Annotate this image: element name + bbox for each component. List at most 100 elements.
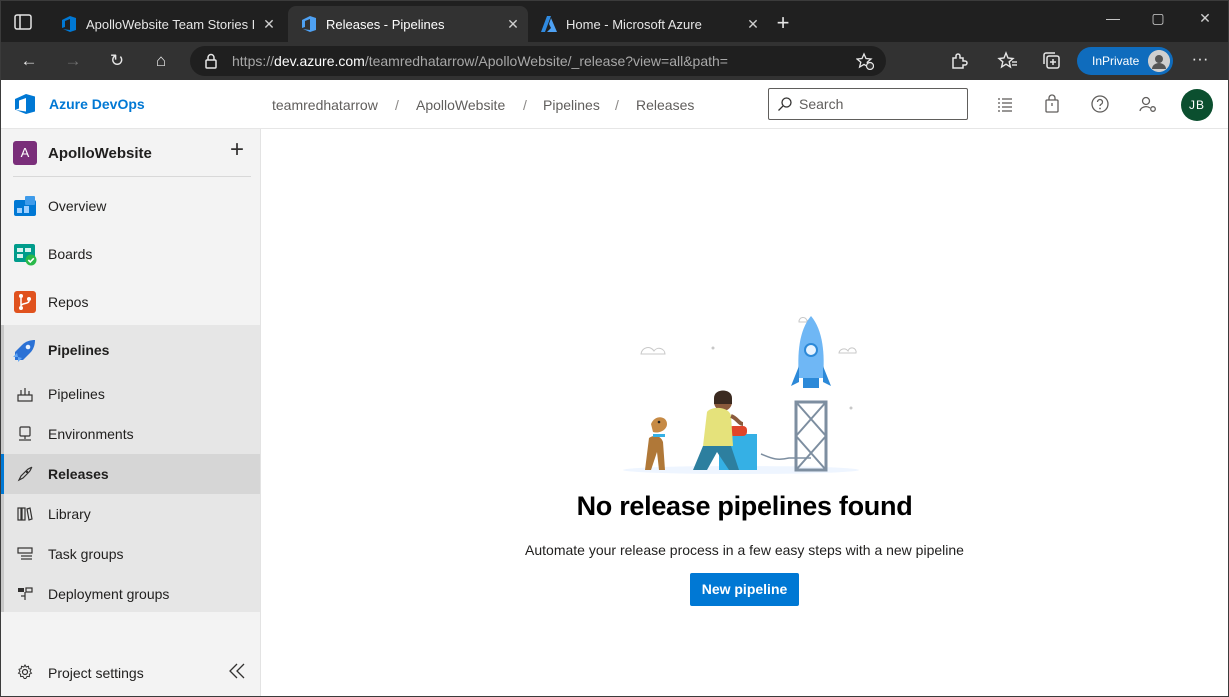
dog (645, 417, 667, 470)
project-settings-link[interactable]: Project settings (48, 665, 144, 681)
tab-close-icon[interactable]: ✕ (254, 16, 284, 33)
breadcrumb-separator: / (615, 97, 619, 113)
breadcrumb-project[interactable]: ApolloWebsite (416, 97, 505, 113)
forward-button[interactable]: → (61, 50, 85, 72)
tab-close-icon[interactable]: ✕ (738, 16, 768, 33)
maximize-button[interactable]: ▢ (1146, 10, 1170, 32)
breadcrumb-separator: / (523, 97, 527, 113)
home-button[interactable]: ⌂ (149, 50, 173, 72)
task-list-icon[interactable] (995, 94, 1015, 114)
minimize-button[interactable]: — (1101, 10, 1125, 32)
tab-title: ApolloWebsite Team Stories Boar (86, 16, 254, 32)
empty-state-title: No release pipelines found (576, 491, 913, 521)
azure-devops-logo-icon[interactable] (14, 93, 36, 115)
azure-devops-favicon-icon (62, 16, 76, 32)
sidebar-subitem-releases[interactable]: Releases (1, 454, 260, 494)
deployment-groups-icon (18, 587, 33, 600)
breadcrumb-organization[interactable]: teamredhatarrow (272, 97, 378, 113)
extensions-icon[interactable] (947, 50, 971, 72)
search-box[interactable] (768, 88, 968, 120)
project-settings-row: Project settings (1, 649, 260, 696)
tab-title: Home - Microsoft Azure (566, 16, 702, 32)
sidebar-item-label: Boards (48, 246, 93, 262)
sidebar-item-pipelines[interactable]: Pipelines (1, 326, 260, 374)
tab-apollo-boards[interactable]: ApolloWebsite Team Stories Boar ✕ (48, 6, 284, 42)
releases-rocket-icon (17, 466, 33, 482)
sidebar-item-label: Environments (48, 426, 134, 442)
favorites-icon[interactable] (996, 50, 1020, 72)
library-icon (17, 507, 33, 521)
add-favorite-icon[interactable] (856, 52, 874, 70)
refresh-button[interactable]: ↻ (105, 50, 129, 72)
sidebar-subitem-pipelines[interactable]: Pipelines (1, 374, 260, 414)
project-header[interactable]: A ApolloWebsite + (1, 129, 260, 177)
browser-titlebar: ApolloWebsite Team Stories Boar ✕ Releas… (0, 0, 1229, 42)
sidebar-subitem-library[interactable]: Library (1, 494, 260, 534)
azure-devops-favicon-icon (302, 16, 316, 32)
marketplace-bag-icon[interactable] (1042, 94, 1062, 114)
collapse-sidebar-icon[interactable] (227, 661, 247, 681)
empty-state-illustration (623, 316, 859, 474)
search-icon (778, 97, 792, 111)
sidebar-divider (13, 176, 251, 177)
user-avatar[interactable]: JB (1181, 89, 1213, 121)
sidebar-item-label: Pipelines (48, 342, 110, 358)
sidebar-item-boards[interactable]: Boards (1, 230, 260, 278)
back-button[interactable]: ← (17, 50, 41, 72)
inprivate-label: InPrivate (1092, 54, 1140, 68)
project-name[interactable]: ApolloWebsite (48, 145, 152, 162)
sidebar-subitem-deployment-groups[interactable]: Deployment groups (1, 574, 260, 614)
user-settings-icon[interactable] (1138, 94, 1158, 114)
top-navigation-bar: Azure DevOps teamredhatarrow / ApolloWeb… (1, 80, 1228, 129)
sidebar-item-label: Deployment groups (48, 586, 170, 602)
tab-actions-icon[interactable] (14, 14, 32, 30)
inprivate-badge[interactable]: InPrivate (1077, 47, 1173, 75)
sidebar-item-label: Pipelines (48, 386, 105, 402)
breadcrumb-separator: / (395, 97, 399, 113)
project-avatar: A (13, 141, 37, 165)
releases-main-content: No release pipelines found Automate your… (261, 129, 1228, 696)
browser-toolbar: ← → ↻ ⌂ https://dev.azure.com/teamredhat… (0, 42, 1229, 80)
tab-title: Releases - Pipelines (326, 16, 445, 32)
tab-releases-pipelines[interactable]: Releases - Pipelines ✕ (288, 6, 528, 42)
profile-avatar-icon (1148, 50, 1170, 72)
tab-microsoft-azure[interactable]: Home - Microsoft Azure ✕ (528, 6, 768, 42)
sidebar-item-label: Repos (48, 294, 89, 310)
environments-icon (19, 426, 31, 441)
project-sidebar: A ApolloWebsite + Overview Boards Repos … (1, 129, 261, 696)
pipeline-list-icon (17, 388, 33, 402)
sidebar-item-label: Overview (48, 198, 107, 214)
selected-indicator (1, 454, 4, 494)
sidebar-subitem-task-groups[interactable]: Task groups (1, 534, 260, 574)
repos-icon (14, 291, 36, 313)
close-window-button[interactable]: ✕ (1193, 10, 1217, 32)
collections-icon[interactable] (1040, 50, 1064, 72)
pipelines-icon (13, 340, 35, 362)
address-bar[interactable]: https://dev.azure.com/teamredhatarrow/Ap… (190, 46, 886, 76)
new-tab-button[interactable]: + (772, 12, 794, 35)
task-groups-icon (17, 547, 33, 560)
breadcrumb-pipelines[interactable]: Pipelines (543, 97, 600, 113)
rocket-tower (794, 400, 828, 472)
tab-close-icon[interactable]: ✕ (498, 16, 528, 33)
help-icon[interactable] (1090, 94, 1110, 114)
sidebar-subitem-environments[interactable]: Environments (1, 414, 260, 454)
rocket (791, 316, 831, 388)
sidebar-item-overview[interactable]: Overview (1, 182, 260, 230)
sidebar-item-label: Library (48, 506, 91, 522)
breadcrumb-releases[interactable]: Releases (636, 97, 694, 113)
search-input[interactable] (799, 95, 959, 113)
settings-more-button[interactable]: ··· (1188, 48, 1212, 70)
boards-icon (14, 244, 37, 266)
brand-name[interactable]: Azure DevOps (49, 96, 145, 112)
azure-devops-app: Azure DevOps teamredhatarrow / ApolloWeb… (1, 80, 1228, 696)
sidebar-item-repos[interactable]: Repos (1, 278, 260, 326)
url-text[interactable]: https://dev.azure.com/teamredhatarrow/Ap… (232, 53, 728, 69)
new-project-item-button[interactable]: + (227, 138, 247, 162)
azure-logo-icon (541, 16, 557, 32)
new-pipeline-button[interactable]: New pipeline (690, 573, 799, 606)
lock-icon[interactable] (204, 53, 218, 69)
sidebar-item-label: Task groups (48, 546, 124, 562)
empty-state-subtitle: Automate your release process in a few e… (525, 542, 964, 558)
sidebar-item-label: Releases (48, 466, 109, 482)
